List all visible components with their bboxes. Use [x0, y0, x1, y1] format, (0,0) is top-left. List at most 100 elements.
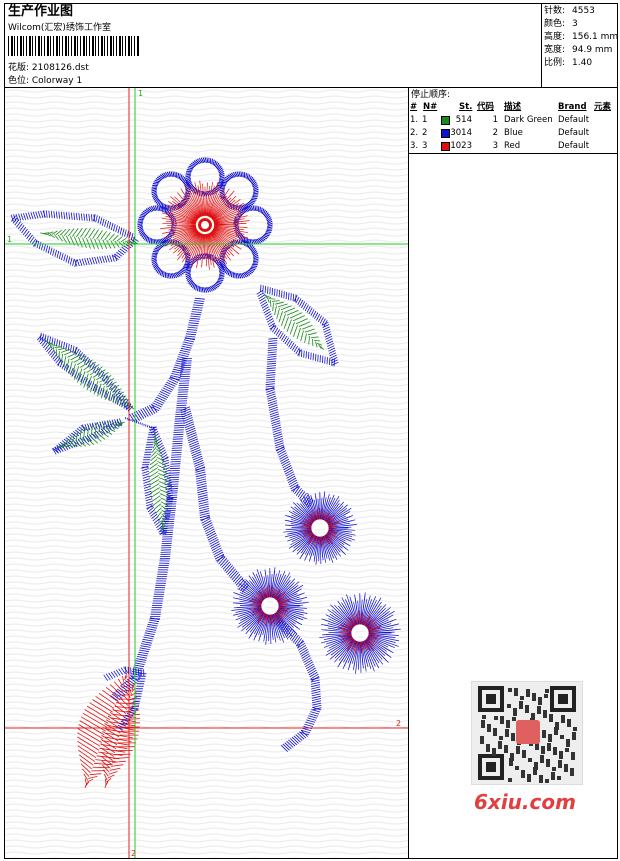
- qr-module: [573, 727, 577, 731]
- qr-module: [541, 750, 545, 754]
- qr-module: [527, 774, 531, 778]
- qr-module: [521, 774, 525, 778]
- qr-module: [548, 738, 552, 742]
- qr-module: [561, 715, 565, 719]
- qr-module: [547, 747, 551, 751]
- guide-label-v1: 1: [138, 89, 143, 98]
- row-stitches: 514: [455, 115, 472, 125]
- qr-module: [572, 732, 576, 736]
- qr-module: [514, 692, 518, 696]
- stat-label: 比例:: [544, 58, 566, 68]
- row-num: 3.: [410, 141, 419, 151]
- col-brand: Brand: [558, 102, 587, 112]
- qr-module: [511, 737, 515, 741]
- qr-module: [528, 758, 532, 762]
- guide-label-v2: 2: [131, 849, 136, 858]
- qr-module: [527, 778, 531, 782]
- qr-module: [499, 736, 503, 740]
- qr-module: [515, 766, 519, 770]
- qr-module: [486, 744, 490, 748]
- studio-name: Wilcom(汇宏)绣饰工作室: [8, 23, 111, 33]
- row-desc: Blue: [504, 128, 523, 138]
- qr-module: [551, 776, 555, 780]
- qr-module: [564, 768, 568, 772]
- qr-module: [513, 708, 517, 712]
- stat-value: 156.1 mm: [572, 32, 619, 42]
- qr-module: [519, 701, 523, 705]
- row-code: 1: [492, 115, 498, 125]
- qr-module: [553, 751, 557, 755]
- qr-module: [560, 735, 564, 739]
- qr-module: [508, 688, 512, 692]
- qr-module: [570, 768, 574, 772]
- row-stitches: 1023: [450, 141, 472, 151]
- row-brand: Default: [558, 115, 590, 125]
- qr-module: [570, 772, 574, 776]
- qr-module: [481, 724, 485, 728]
- qr-module: [500, 720, 504, 724]
- qr-code: [471, 681, 583, 785]
- qr-module: [539, 775, 543, 779]
- stop-sequence-row: 2. 2 3014 2 Blue Default: [410, 127, 618, 140]
- qr-module: [531, 713, 535, 717]
- stat-label: 宽度:: [544, 45, 566, 55]
- row-n: 1: [422, 115, 428, 125]
- qr-module: [545, 779, 549, 783]
- qr-module: [504, 749, 508, 753]
- qr-module: [547, 743, 551, 747]
- qr-module: [533, 771, 537, 775]
- qr-module: [548, 734, 552, 738]
- qr-module: [493, 732, 497, 736]
- col-num: #: [410, 102, 418, 112]
- qr-module: [482, 715, 486, 719]
- row-brand: Default: [558, 141, 590, 151]
- qr-module: [557, 776, 561, 780]
- qr-module: [565, 748, 569, 752]
- qr-module: [571, 752, 575, 756]
- qr-module: [566, 739, 570, 743]
- row-num: 1.: [410, 115, 419, 125]
- qr-module: [514, 688, 518, 692]
- qr-module: [505, 733, 509, 737]
- qr-module: [513, 712, 517, 716]
- qr-module: [532, 693, 536, 697]
- qr-module: [538, 697, 542, 701]
- qr-module: [572, 736, 576, 740]
- qr-module: [571, 756, 575, 760]
- qr-module: [516, 750, 520, 754]
- stat-value: 94.9 mm: [572, 45, 613, 55]
- qr-module: [532, 697, 536, 701]
- qr-module: [509, 762, 513, 766]
- guide-label-h1: 1: [7, 235, 12, 244]
- stop-sequence-row: 1. 1 514 1 Dark Green Default: [410, 114, 618, 127]
- qr-module: [538, 701, 542, 705]
- stat-label: 针数:: [544, 6, 566, 16]
- qr-module: [505, 729, 509, 733]
- qr-module: [535, 746, 539, 750]
- row-desc: Red: [504, 141, 521, 151]
- qr-module: [546, 759, 550, 763]
- row-n: 2: [422, 128, 428, 138]
- stat-value: 4553: [572, 6, 595, 16]
- row-code: 2: [492, 128, 498, 138]
- qr-module: [480, 736, 484, 740]
- qr-module: [553, 747, 557, 751]
- page-title: 生产作业图: [8, 4, 74, 19]
- qr-module: [541, 746, 545, 750]
- row-stitches: 3014: [450, 128, 472, 138]
- qr-module: [552, 767, 556, 771]
- qr-module: [542, 734, 546, 738]
- qr-module: [520, 696, 524, 700]
- qr-module: [539, 779, 543, 783]
- stat-value: 1.40: [572, 58, 593, 68]
- row-code: 3: [492, 141, 498, 151]
- qr-module: [507, 704, 511, 708]
- qr-module: [534, 762, 538, 766]
- qr-module: [564, 764, 568, 768]
- qr-module: [545, 689, 549, 693]
- col-element: 元素: [594, 102, 612, 112]
- stop-sequence-row: 3. 3 1023 3 Red Default: [410, 140, 618, 153]
- row-brand: Default: [558, 128, 590, 138]
- colorway: 色位: Colorway 1: [8, 76, 83, 86]
- barcode: [8, 36, 140, 56]
